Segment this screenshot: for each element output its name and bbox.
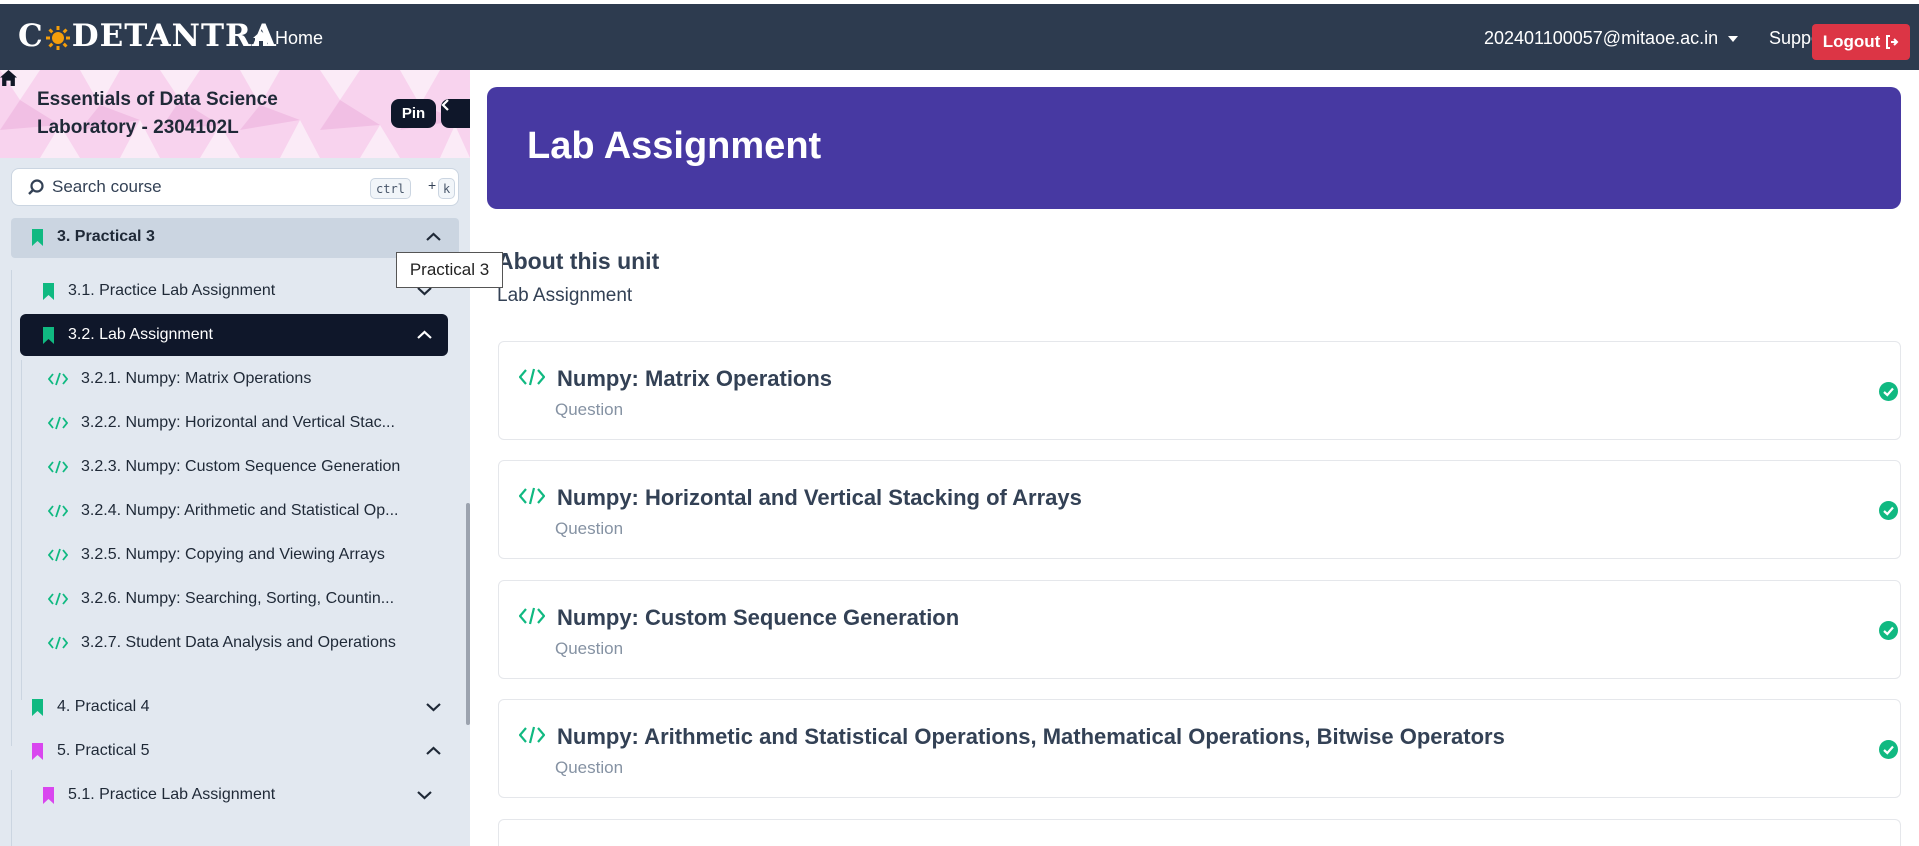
nav-item-label: 3.1. Practice Lab Assignment (68, 282, 276, 299)
tree-guide-line (21, 360, 22, 700)
chevron-down-icon[interactable] (417, 790, 432, 800)
card-title: Numpy: Matrix Operations (557, 366, 833, 391)
user-menu-dropdown[interactable]: 202401100057@mitaoe.ac.in (1484, 28, 1739, 49)
nav-item-3-2-3[interactable]: 3.2.3. Numpy: Custom Sequence Generation (48, 458, 400, 476)
tooltip: Practical 3 (396, 252, 503, 288)
card-type: Question (555, 519, 624, 538)
unit-item-card[interactable]: Numpy: Arithmetic and Statistical Operat… (498, 699, 1901, 798)
nav-item-label: 3.2.7. Student Data Analysis and Operati… (81, 634, 396, 651)
card-type: Question (555, 758, 624, 777)
top-navbar: C DETANTRA Home 202401100057@mitaoe.ac.i… (0, 0, 1919, 70)
nav-item-3-2-1[interactable]: 3.2.1. Numpy: Matrix Operations (48, 370, 311, 388)
about-unit-subtitle: Lab Assignment (497, 285, 633, 306)
nav-item-practical-5[interactable]: 5. Practical 5 (31, 742, 149, 760)
nav-item-practical-3[interactable]: 3. Practical 3 (31, 228, 155, 246)
nav-item-3-2-2[interactable]: 3.2.2. Numpy: Horizontal and Vertical St… (48, 414, 395, 432)
unit-item-card[interactable]: Numpy: Matrix Operations Question (498, 341, 1901, 440)
nav-item-label: 3.2.1. Numpy: Matrix Operations (81, 370, 312, 387)
about-unit-heading: About this unit (497, 248, 660, 274)
nav-item-label: 3.2.6. Numpy: Searching, Sorting, Counti… (81, 590, 395, 607)
tree-guide-line (11, 270, 12, 746)
tree-guide-line (11, 770, 12, 846)
nav-item-label: 3.2.4. Numpy: Arithmetic and Statistical… (81, 502, 399, 519)
search-icon (28, 179, 44, 195)
search-placeholder: Search course (52, 177, 162, 196)
nav-item-label: 3.2. Lab Assignment (68, 326, 213, 343)
unit-item-card-partial[interactable] (498, 819, 1901, 846)
code-icon (48, 592, 68, 606)
check-circle-icon (1879, 621, 1898, 640)
home-icon[interactable] (0, 70, 17, 86)
bookmark-icon (43, 786, 54, 804)
code-icon (519, 487, 545, 505)
bookmark-icon (32, 698, 43, 716)
nav-item-label: 3. Practical 3 (57, 228, 155, 245)
chevron-left-icon (441, 99, 449, 111)
caret-down-icon (1728, 35, 1739, 42)
code-icon (519, 726, 545, 744)
code-icon (48, 372, 68, 386)
card-title: Numpy: Custom Sequence Generation (557, 605, 960, 630)
nav-item-label: 3.2.2. Numpy: Horizontal and Vertical St… (81, 414, 395, 431)
logout-label: Logout (1822, 32, 1881, 51)
nav-item-5-1[interactable]: 5.1. Practice Lab Assignment (42, 786, 275, 804)
home-link[interactable]: Home (253, 28, 323, 49)
chevron-up-icon[interactable] (426, 746, 441, 756)
unit-item-card[interactable]: Numpy: Custom Sequence Generation Questi… (498, 580, 1901, 679)
code-icon (48, 416, 68, 430)
main-content: Lab Assignment About this unit Lab Assig… (470, 70, 1919, 846)
check-circle-icon (1879, 740, 1898, 759)
code-icon (48, 548, 68, 562)
card-type: Question (555, 639, 624, 658)
bookmark-icon (32, 228, 43, 246)
shortcut-k-key: k (438, 178, 456, 199)
sign-out-icon (1886, 35, 1899, 49)
sun-logo-icon (45, 23, 71, 50)
card-title: Numpy: Arithmetic and Statistical Operat… (557, 724, 1505, 749)
nav-item-label: 5. Practical 5 (57, 742, 150, 759)
bookmark-icon (32, 742, 43, 760)
nav-item-3-2-6[interactable]: 3.2.6. Numpy: Searching, Sorting, Counti… (48, 590, 394, 608)
logout-button[interactable]: Logout (1812, 24, 1910, 60)
nav-item-label: 4. Practical 4 (57, 698, 150, 715)
code-icon (48, 636, 68, 650)
codetantra-logo[interactable]: C DETANTRA (18, 18, 277, 54)
chevron-up-icon[interactable] (426, 232, 441, 242)
unit-banner: Lab Assignment (487, 87, 1901, 209)
card-title: Numpy: Horizontal and Vertical Stacking … (557, 485, 1082, 510)
search-course-input[interactable]: Search course ctrl + k (11, 168, 459, 206)
chevron-up-icon[interactable] (417, 330, 432, 340)
nav-item-3-2-4[interactable]: 3.2.4. Numpy: Arithmetic and Statistical… (48, 502, 398, 520)
code-icon (519, 607, 545, 625)
code-icon (48, 460, 68, 474)
shortcut-ctrl-key: ctrl (370, 178, 411, 199)
shortcut-plus: + (428, 177, 437, 193)
collapse-sidebar-button[interactable] (441, 99, 470, 128)
course-header: Essentials of Data Science Laboratory - … (0, 70, 470, 158)
course-sidebar: Essentials of Data Science Laboratory - … (0, 70, 470, 846)
nav-item-label: 3.2.3. Numpy: Custom Sequence Generation (81, 458, 401, 475)
pin-button[interactable]: Pin (391, 99, 436, 128)
card-type: Question (555, 400, 624, 419)
nav-item-practical-4[interactable]: 4. Practical 4 (31, 698, 149, 716)
user-email: 202401100057@mitaoe.ac.in (1484, 28, 1719, 48)
bookmark-icon (43, 282, 54, 300)
home-label: Home (275, 28, 324, 48)
home-icon (253, 31, 269, 46)
unit-item-card[interactable]: Numpy: Horizontal and Vertical Stacking … (498, 460, 1901, 559)
nav-item-3-2-5[interactable]: 3.2.5. Numpy: Copying and Viewing Arrays (48, 546, 385, 564)
nav-item-3-1[interactable]: 3.1. Practice Lab Assignment (42, 282, 275, 300)
code-icon (48, 504, 68, 518)
nav-item-label: 3.2.5. Numpy: Copying and Viewing Arrays (81, 546, 385, 563)
code-icon (519, 368, 545, 386)
nav-item-label: 5.1. Practice Lab Assignment (68, 786, 276, 803)
page-title: Lab Assignment (527, 125, 822, 167)
chevron-down-icon[interactable] (426, 702, 441, 712)
check-circle-icon (1879, 382, 1898, 401)
bookmark-icon (43, 326, 54, 344)
nav-item-3-2-7[interactable]: 3.2.7. Student Data Analysis and Operati… (48, 634, 396, 652)
course-title: Essentials of Data Science Laboratory - … (37, 89, 278, 138)
check-circle-icon (1879, 501, 1898, 520)
nav-item-3-2[interactable]: 3.2. Lab Assignment (42, 326, 213, 344)
